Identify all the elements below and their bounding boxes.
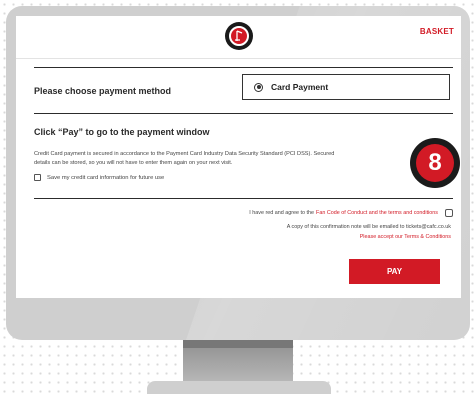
save-card-row[interactable]: Save my credit card information for futu… [34,174,164,181]
club-logo-icon[interactable] [225,22,253,50]
accept-terms-warning: Please accept our Terms & Conditions [359,234,451,240]
save-card-label: Save my credit card information for futu… [47,174,165,181]
step-number-badge: 8 [410,138,460,188]
pay-button[interactable]: PAY [349,259,440,284]
terms-checkbox[interactable] [445,209,453,217]
payment-method-title: Please choose payment method [34,86,172,96]
monitor-neck-shadow [183,340,293,348]
card-payment-label: Card Payment [271,82,329,92]
card-payment-option[interactable]: Card Payment [242,74,450,100]
pay-instructions-title: Click “Pay” to go to the payment window [34,127,210,137]
info-line: Credit Card payment is secured in accord… [34,151,335,157]
step-number: 8 [416,144,454,182]
agree-prefix: I have red and agree to the [249,210,315,216]
monitor-base [147,381,331,394]
screen: BASKET Please choose payment method Card… [16,16,461,298]
terms-agree-row: I have red and agree to the Fan Code of … [249,209,453,217]
divider [34,113,453,114]
email-copy-note: A copy of this confirmation note will be… [286,224,451,230]
site-header: BASKET [16,16,461,59]
info-line: details can be stored, so you will not h… [34,159,233,166]
divider [34,67,453,68]
save-card-checkbox[interactable] [34,174,41,181]
radio-selected-icon[interactable] [254,82,263,92]
divider [34,198,453,199]
terms-link[interactable]: Fan Code of Conduct and the terms and co… [316,210,438,216]
security-info-text: Credit Card payment is secured in accord… [34,150,404,167]
basket-link[interactable]: BASKET [420,27,454,36]
